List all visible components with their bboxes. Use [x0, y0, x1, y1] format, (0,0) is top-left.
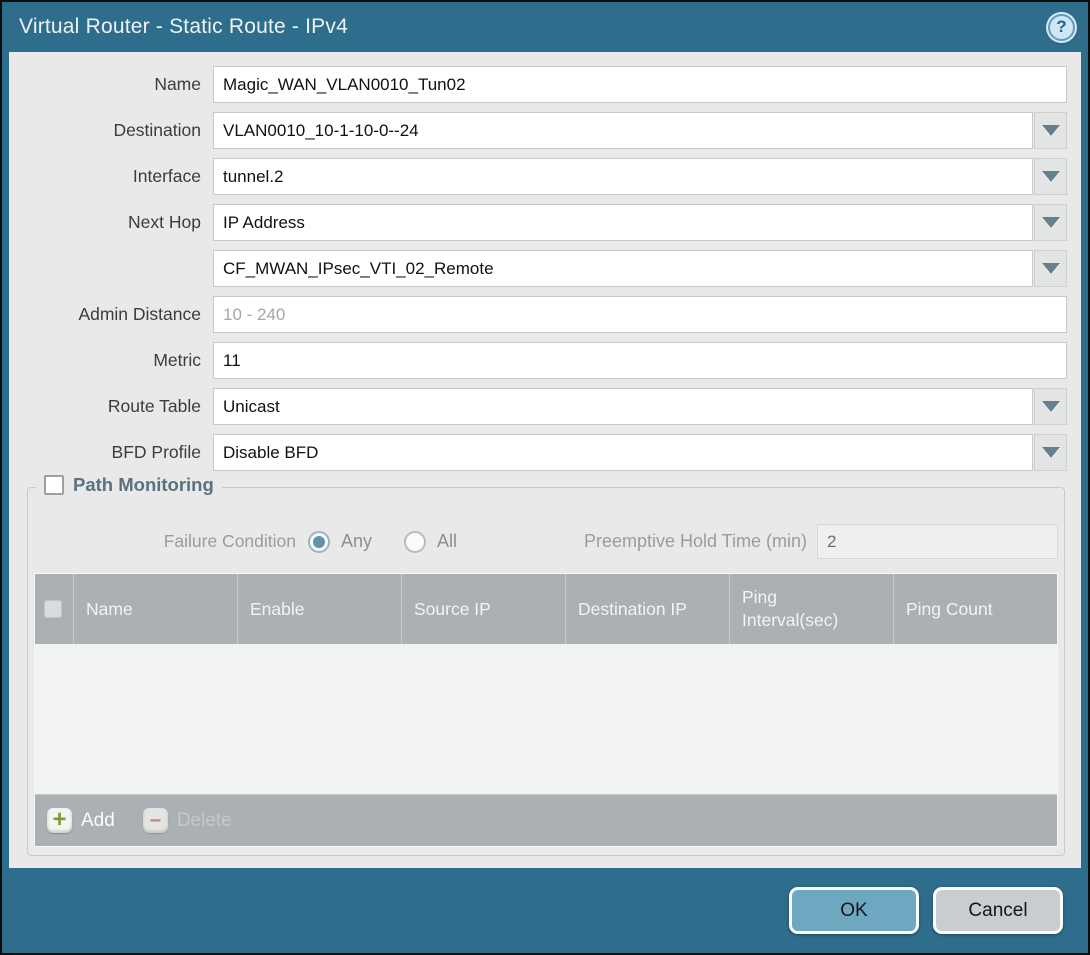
admin-distance-row: Admin Distance	[25, 296, 1067, 333]
chevron-down-icon	[1042, 263, 1060, 274]
column-header-ping-count[interactable]: Ping Count	[893, 574, 1057, 644]
interface-row: Interface	[25, 158, 1067, 195]
path-monitoring-checkbox[interactable]	[44, 475, 64, 495]
failure-condition-row: Failure Condition Any All Preemptive Hol…	[34, 524, 1058, 559]
chevron-down-icon	[1042, 217, 1060, 228]
next-hop-label: Next Hop	[25, 212, 213, 233]
column-header-source-ip[interactable]: Source IP	[401, 574, 565, 644]
table-header-row: Name Enable Source IP Destination IP Pin…	[35, 574, 1057, 644]
metric-label: Metric	[25, 350, 213, 371]
failure-condition-all-option[interactable]: All	[404, 531, 457, 553]
route-table-row: Route Table	[25, 388, 1067, 425]
failure-condition-label: Failure Condition	[34, 531, 296, 552]
any-option-label: Any	[341, 531, 372, 552]
help-icon[interactable]: ?	[1048, 14, 1075, 41]
dialog-title: Virtual Router - Static Route - IPv4	[19, 15, 348, 39]
column-header-name[interactable]: Name	[73, 574, 237, 644]
all-option-label: All	[437, 531, 457, 552]
path-monitoring-legend: Path Monitoring	[36, 474, 222, 496]
admin-distance-input[interactable]	[213, 296, 1067, 333]
bfd-profile-label: BFD Profile	[25, 442, 213, 463]
interface-input[interactable]	[213, 158, 1033, 195]
bfd-profile-input[interactable]	[213, 434, 1033, 471]
destination-row: Destination	[25, 112, 1067, 149]
destination-dropdown-button[interactable]	[1034, 112, 1067, 149]
column-header-ping-interval[interactable]: Ping Interval(sec)	[729, 574, 893, 644]
next-hop-address-input[interactable]	[213, 250, 1033, 287]
destination-input[interactable]	[213, 112, 1033, 149]
interface-dropdown-button[interactable]	[1034, 158, 1067, 195]
name-label: Name	[25, 74, 213, 95]
admin-distance-label: Admin Distance	[25, 304, 213, 325]
ok-button[interactable]: OK	[789, 887, 919, 934]
next-hop-type-input[interactable]	[213, 204, 1033, 241]
interface-label: Interface	[25, 166, 213, 187]
static-route-dialog: Virtual Router - Static Route - IPv4 ? N…	[0, 0, 1090, 955]
table-body-empty	[35, 644, 1057, 794]
bfd-profile-dropdown-button[interactable]	[1034, 434, 1067, 471]
route-table-dropdown-button[interactable]	[1034, 388, 1067, 425]
cancel-button[interactable]: Cancel	[933, 887, 1063, 934]
delete-button-label: Delete	[177, 810, 232, 832]
column-header-enable[interactable]: Enable	[237, 574, 401, 644]
next-hop-address-row	[25, 250, 1067, 287]
next-hop-row: Next Hop	[25, 204, 1067, 241]
delete-button[interactable]: Delete	[143, 808, 232, 833]
route-table-label: Route Table	[25, 396, 213, 417]
dialog-body: Name Destination Interface Next Hop	[9, 52, 1081, 868]
plus-icon	[47, 808, 72, 833]
chevron-down-icon	[1042, 447, 1060, 458]
path-monitoring-table: Name Enable Source IP Destination IP Pin…	[34, 573, 1058, 847]
add-button[interactable]: Add	[47, 808, 115, 833]
path-monitoring-title: Path Monitoring	[73, 474, 214, 496]
column-header-destination-ip[interactable]: Destination IP	[565, 574, 729, 644]
header-checkbox-cell	[35, 574, 73, 644]
title-bar: Virtual Router - Static Route - IPv4 ?	[9, 2, 1081, 52]
radio-selected-icon	[308, 531, 330, 553]
name-input[interactable]	[213, 66, 1067, 103]
metric-row: Metric	[25, 342, 1067, 379]
chevron-down-icon	[1042, 401, 1060, 412]
next-hop-type-dropdown-button[interactable]	[1034, 204, 1067, 241]
minus-icon	[143, 808, 168, 833]
next-hop-address-dropdown-button[interactable]	[1034, 250, 1067, 287]
bfd-profile-row: BFD Profile	[25, 434, 1067, 471]
radio-unselected-icon	[404, 531, 426, 553]
destination-label: Destination	[25, 120, 213, 141]
add-button-label: Add	[81, 810, 115, 832]
dialog-footer: OK Cancel	[9, 868, 1081, 953]
table-toolbar: Add Delete	[35, 794, 1057, 846]
metric-input[interactable]	[213, 342, 1067, 379]
chevron-down-icon	[1042, 171, 1060, 182]
name-row: Name	[25, 66, 1067, 103]
select-all-checkbox[interactable]	[44, 600, 62, 618]
path-monitoring-section: Path Monitoring Failure Condition Any Al…	[27, 487, 1065, 856]
preemptive-hold-time-input[interactable]	[817, 524, 1058, 559]
preemptive-hold-time-label: Preemptive Hold Time (min)	[489, 531, 807, 552]
failure-condition-any-option[interactable]: Any	[308, 531, 372, 553]
route-table-input[interactable]	[213, 388, 1033, 425]
chevron-down-icon	[1042, 125, 1060, 136]
